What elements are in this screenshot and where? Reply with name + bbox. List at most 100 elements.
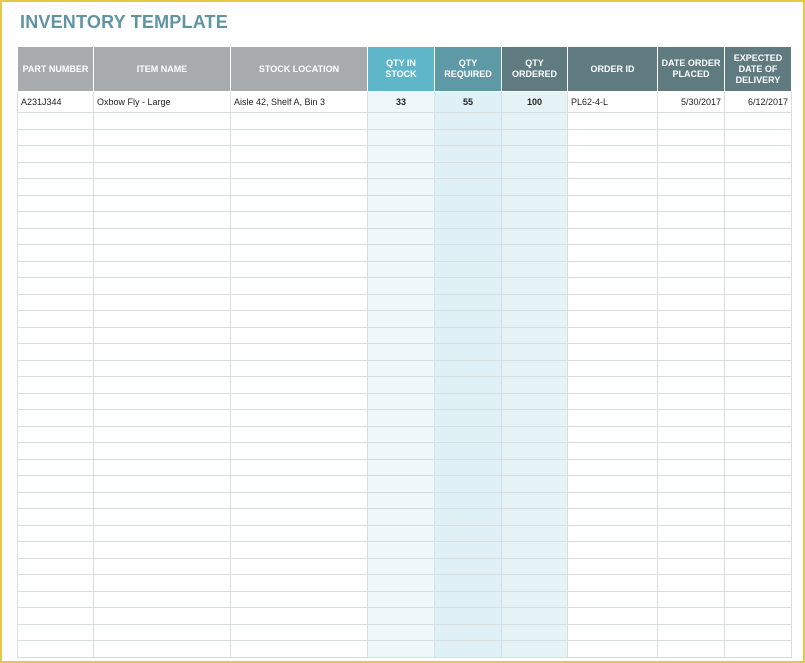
cell-stock-location[interactable] [230, 574, 368, 592]
cell-qty-required[interactable] [434, 326, 502, 344]
cell-expected-delivery[interactable] [724, 293, 792, 311]
cell-qty-in-stock[interactable] [367, 293, 435, 311]
cell-qty-ordered[interactable] [501, 310, 568, 328]
cell-date-order-placed[interactable] [657, 392, 725, 410]
cell-order-id[interactable] [567, 293, 658, 311]
cell-date-order-placed[interactable] [657, 574, 725, 592]
cell-date-order-placed[interactable] [657, 161, 725, 179]
cell-stock-location[interactable] [230, 524, 368, 542]
cell-expected-delivery[interactable] [724, 640, 792, 658]
cell-order-id[interactable] [567, 244, 658, 262]
cell-qty-required[interactable] [434, 211, 502, 229]
cell-expected-delivery[interactable] [724, 161, 792, 179]
cell-order-id[interactable] [567, 128, 658, 146]
cell-qty-ordered[interactable] [501, 623, 568, 641]
cell-expected-delivery[interactable] [724, 128, 792, 146]
cell-item-name[interactable] [93, 244, 231, 262]
cell-part-number[interactable] [17, 458, 94, 476]
cell-qty-required[interactable]: 55 [434, 91, 502, 113]
cell-order-id[interactable] [567, 442, 658, 460]
cell-qty-in-stock[interactable] [367, 541, 435, 559]
cell-stock-location[interactable] [230, 260, 368, 278]
cell-stock-location[interactable] [230, 425, 368, 443]
cell-date-order-placed[interactable] [657, 277, 725, 295]
cell-stock-location[interactable] [230, 293, 368, 311]
cell-item-name[interactable] [93, 310, 231, 328]
cell-item-name[interactable] [93, 112, 231, 130]
cell-qty-ordered[interactable] [501, 491, 568, 509]
cell-order-id[interactable] [567, 260, 658, 278]
cell-date-order-placed[interactable] [657, 326, 725, 344]
cell-qty-in-stock[interactable] [367, 326, 435, 344]
cell-item-name[interactable] [93, 491, 231, 509]
cell-date-order-placed[interactable] [657, 508, 725, 526]
cell-stock-location[interactable] [230, 161, 368, 179]
cell-part-number[interactable] [17, 623, 94, 641]
cell-item-name[interactable] [93, 277, 231, 295]
cell-date-order-placed[interactable] [657, 607, 725, 625]
cell-expected-delivery[interactable] [724, 425, 792, 443]
cell-date-order-placed[interactable] [657, 541, 725, 559]
cell-part-number[interactable] [17, 359, 94, 377]
cell-qty-in-stock[interactable] [367, 310, 435, 328]
col-header-qty-required[interactable]: QTY REQUIRED [434, 46, 502, 92]
cell-qty-required[interactable] [434, 590, 502, 608]
cell-part-number[interactable] [17, 425, 94, 443]
cell-qty-required[interactable] [434, 623, 502, 641]
cell-date-order-placed[interactable] [657, 425, 725, 443]
cell-expected-delivery[interactable] [724, 508, 792, 526]
cell-expected-delivery[interactable] [724, 376, 792, 394]
col-header-qty-ordered[interactable]: QTY ORDERED [501, 46, 568, 92]
cell-expected-delivery[interactable] [724, 607, 792, 625]
cell-item-name[interactable] [93, 326, 231, 344]
cell-date-order-placed[interactable] [657, 590, 725, 608]
cell-item-name[interactable] [93, 458, 231, 476]
cell-order-id[interactable] [567, 524, 658, 542]
cell-order-id[interactable] [567, 359, 658, 377]
cell-qty-ordered[interactable] [501, 541, 568, 559]
cell-qty-in-stock[interactable] [367, 425, 435, 443]
cell-order-id[interactable] [567, 277, 658, 295]
cell-qty-ordered[interactable] [501, 145, 568, 163]
cell-item-name[interactable] [93, 293, 231, 311]
cell-part-number[interactable] [17, 574, 94, 592]
cell-qty-required[interactable] [434, 178, 502, 196]
cell-order-id[interactable] [567, 557, 658, 575]
cell-qty-ordered[interactable] [501, 128, 568, 146]
cell-date-order-placed[interactable] [657, 244, 725, 262]
cell-order-id[interactable] [567, 194, 658, 212]
cell-stock-location[interactable] [230, 211, 368, 229]
cell-date-order-placed[interactable] [657, 260, 725, 278]
cell-expected-delivery[interactable] [724, 244, 792, 262]
cell-date-order-placed[interactable] [657, 128, 725, 146]
cell-expected-delivery[interactable] [724, 194, 792, 212]
cell-expected-delivery[interactable] [724, 475, 792, 493]
cell-qty-in-stock[interactable] [367, 640, 435, 658]
col-header-part-number[interactable]: PART NUMBER [17, 46, 94, 92]
cell-qty-required[interactable] [434, 128, 502, 146]
cell-stock-location[interactable] [230, 194, 368, 212]
cell-part-number[interactable] [17, 409, 94, 427]
cell-item-name[interactable] [93, 178, 231, 196]
cell-part-number[interactable] [17, 376, 94, 394]
cell-stock-location[interactable] [230, 590, 368, 608]
cell-qty-ordered[interactable] [501, 425, 568, 443]
cell-qty-ordered[interactable] [501, 590, 568, 608]
cell-date-order-placed[interactable] [657, 310, 725, 328]
cell-qty-required[interactable] [434, 376, 502, 394]
cell-qty-required[interactable] [434, 277, 502, 295]
cell-expected-delivery[interactable] [724, 623, 792, 641]
cell-part-number[interactable] [17, 557, 94, 575]
cell-expected-delivery[interactable] [724, 458, 792, 476]
cell-expected-delivery[interactable] [724, 442, 792, 460]
cell-order-id[interactable] [567, 491, 658, 509]
cell-qty-in-stock[interactable] [367, 128, 435, 146]
cell-part-number[interactable]: A231J344 [17, 91, 94, 113]
col-header-date-order-placed[interactable]: DATE ORDER PLACED [657, 46, 725, 92]
col-header-expected-delivery[interactable]: EXPECTED DATE OF DELIVERY [724, 46, 792, 92]
cell-qty-in-stock[interactable] [367, 161, 435, 179]
cell-qty-in-stock[interactable] [367, 524, 435, 542]
col-header-stock-location[interactable]: STOCK LOCATION [230, 46, 368, 92]
cell-item-name[interactable] [93, 640, 231, 658]
cell-item-name[interactable] [93, 260, 231, 278]
